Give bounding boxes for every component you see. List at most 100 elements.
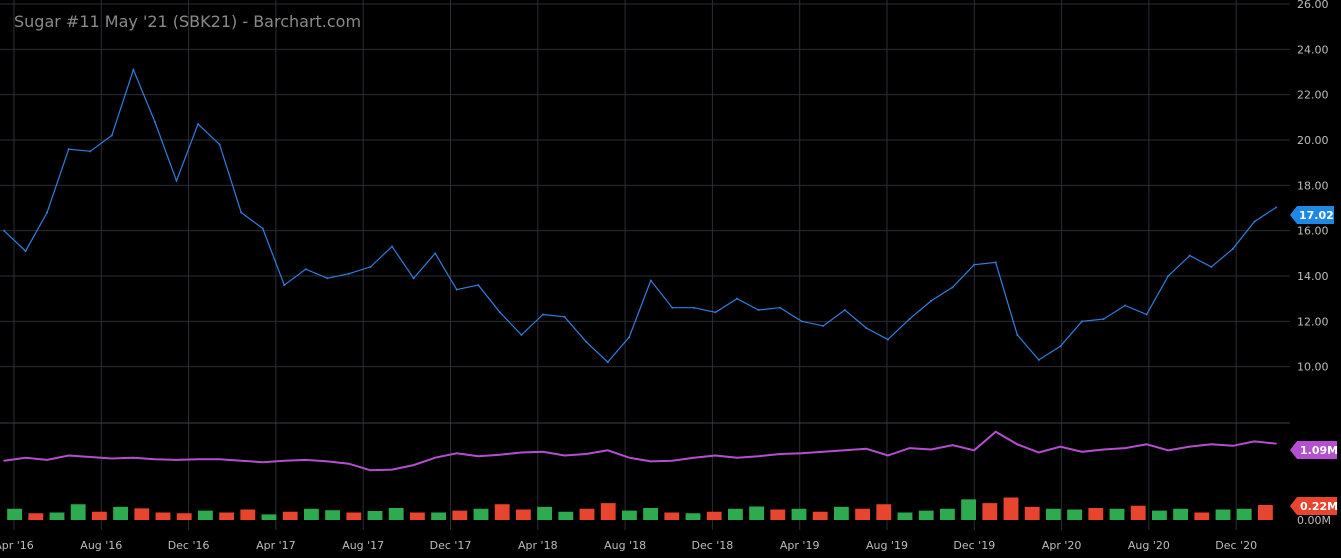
open-interest-point	[412, 464, 415, 466]
volume-bar	[473, 508, 489, 520]
volume-bar	[579, 508, 595, 520]
price-point	[153, 120, 156, 123]
price-y-tick: 14.00	[1297, 270, 1329, 283]
price-y-tick: 10.00	[1297, 361, 1329, 374]
price-chart: 26.00 24.00 22.00 20.00 18.00 16.00 14.00 12.00…	[0, 0, 1341, 558]
price-point	[261, 227, 264, 230]
volume-bar	[197, 510, 213, 520]
price-point	[455, 288, 458, 291]
volume-bar	[1130, 505, 1146, 520]
price-point	[930, 299, 933, 302]
volume-bar	[833, 506, 849, 520]
price-point	[951, 286, 954, 289]
price-point	[973, 263, 976, 266]
open-interest-point	[305, 459, 307, 461]
x-tick: Apr '20	[1042, 539, 1082, 552]
volume-bar	[7, 508, 23, 520]
volume-bar	[770, 509, 786, 520]
open-interest-point	[283, 459, 286, 462]
price-point	[1167, 275, 1170, 277]
open-interest-point	[240, 459, 242, 462]
volume-bar	[621, 510, 637, 520]
volume-bar	[219, 512, 235, 520]
open-interest-point	[434, 456, 436, 459]
volume-bar	[388, 508, 404, 520]
price-last-value: 17.02	[1299, 209, 1334, 222]
price-y-tick: 22.00	[1297, 89, 1329, 102]
price-point	[391, 245, 394, 248]
volume-zero-tick: 0.00M	[1297, 514, 1331, 527]
open-interest-point	[542, 450, 544, 453]
volume-bar	[1151, 510, 1167, 520]
price-point	[110, 134, 113, 137]
volume-bar	[113, 506, 129, 520]
price-point	[606, 361, 609, 364]
x-tick: Dec '17	[430, 539, 472, 552]
volume-bar	[28, 513, 44, 520]
open-interest-point	[455, 452, 458, 455]
volume-bar	[558, 511, 574, 520]
price-point	[175, 179, 178, 182]
price-point	[1037, 358, 1040, 361]
volume-bar	[176, 513, 192, 520]
volume-bar	[1215, 509, 1231, 520]
volume-bar	[91, 511, 107, 520]
open-interest-point	[132, 456, 135, 459]
price-point	[757, 309, 760, 311]
volume-bar	[537, 506, 553, 520]
price-point	[1102, 318, 1105, 321]
volume-bar	[70, 504, 86, 520]
volume-last-tag: 0.22M	[1290, 497, 1338, 515]
price-point	[649, 279, 652, 282]
open-interest-point	[391, 468, 393, 471]
volume-bar	[452, 510, 468, 520]
price-point	[843, 309, 846, 311]
price-point	[197, 123, 200, 126]
open-interest-point	[822, 450, 825, 453]
price-point	[1210, 265, 1213, 268]
volume-bar	[600, 503, 616, 520]
open-interest-point	[369, 469, 372, 472]
price-point	[822, 324, 825, 327]
x-tick: Dec '20	[1215, 539, 1257, 552]
volume-bar	[897, 512, 913, 520]
price-point	[1016, 333, 1019, 336]
open-interest-point	[1275, 442, 1277, 445]
price-point	[886, 338, 889, 341]
price-point	[520, 333, 523, 336]
open-interest-point	[89, 456, 92, 458]
volume-bar	[1045, 508, 1061, 520]
price-point	[3, 229, 5, 232]
volume-bar	[155, 512, 171, 520]
open-interest-point	[175, 459, 178, 461]
volume-bar	[282, 511, 298, 520]
price-point	[800, 320, 803, 323]
open-interest-point	[1145, 443, 1148, 446]
open-interest-point	[563, 454, 566, 457]
price-point	[1059, 345, 1062, 348]
x-tick: Dec '16	[168, 539, 210, 552]
volume-bar	[939, 508, 955, 520]
volume-bar	[727, 508, 743, 520]
open-interest-point	[887, 454, 889, 457]
x-tick: Dec '18	[691, 539, 733, 552]
price-point	[132, 68, 135, 71]
open-interest-point	[757, 455, 760, 458]
price-y-tick: 16.00	[1297, 225, 1329, 238]
open-interest-point	[110, 457, 113, 460]
price-point	[1253, 220, 1256, 223]
open-interest-point	[1253, 440, 1256, 443]
volume-bar	[961, 499, 977, 520]
volume-bar	[855, 508, 871, 520]
price-point	[304, 268, 307, 271]
volume-bar	[409, 512, 425, 520]
price-y-tick: 12.00	[1297, 315, 1329, 328]
volume-bar	[812, 511, 828, 520]
open-interest-point	[693, 456, 695, 459]
open-interest-point	[1188, 445, 1191, 448]
volume-bar	[346, 512, 362, 520]
open-interest-point	[3, 459, 5, 462]
open-interest-point	[908, 447, 911, 449]
volume-bar	[134, 508, 150, 520]
open-interest-point	[606, 449, 609, 452]
